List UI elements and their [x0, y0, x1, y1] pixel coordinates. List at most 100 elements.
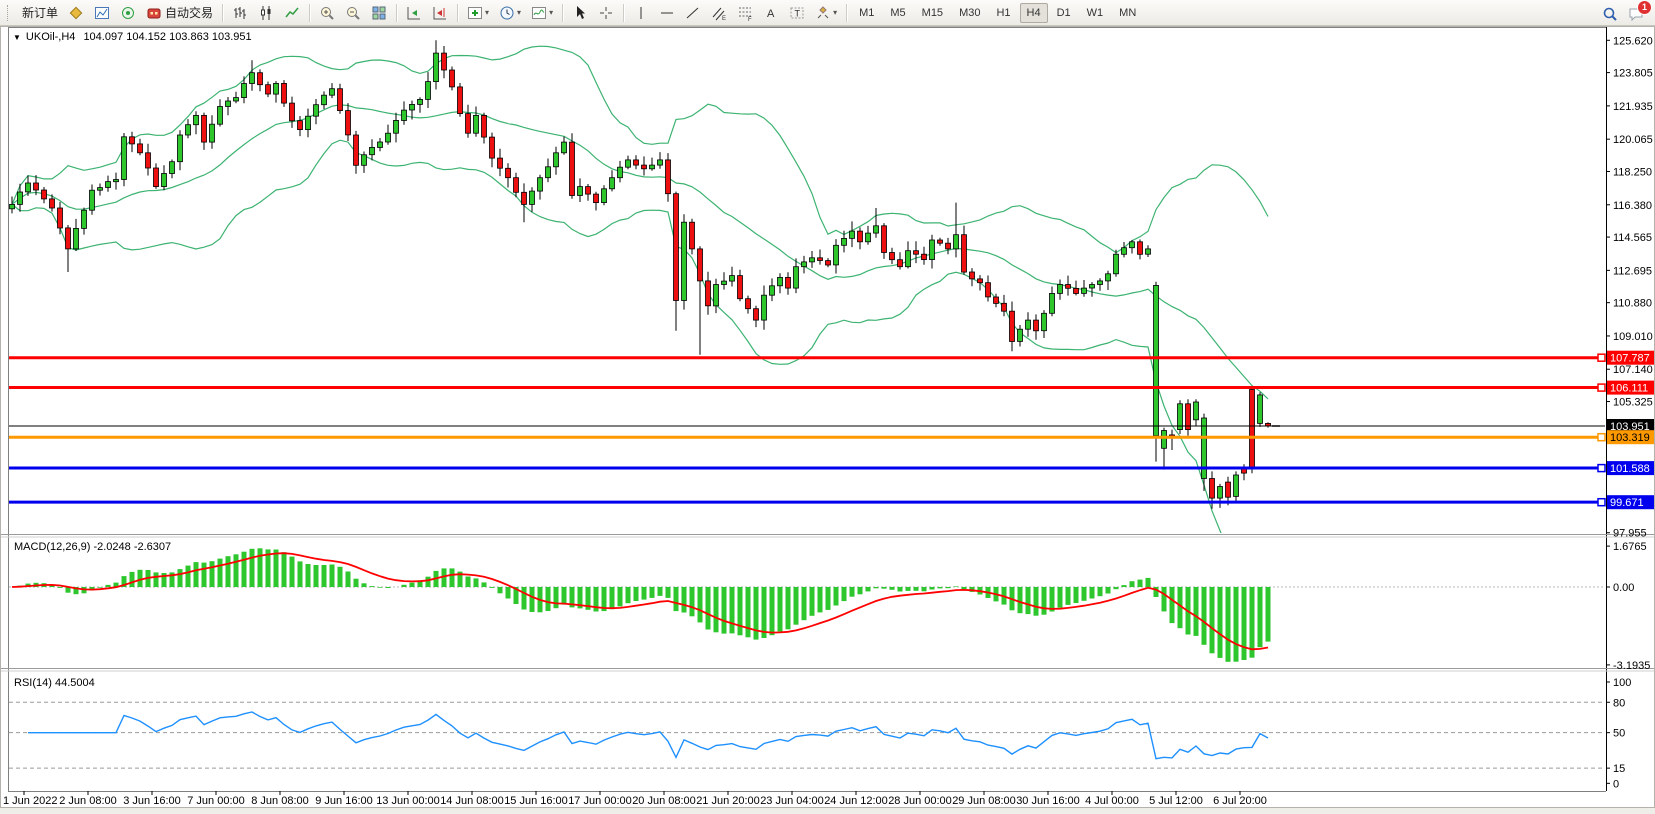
candle	[82, 210, 87, 228]
candle	[770, 286, 775, 295]
candle	[1122, 248, 1127, 255]
search-button[interactable]	[1598, 2, 1622, 26]
timeframe-d1-button[interactable]: D1	[1050, 3, 1078, 23]
candle	[810, 258, 815, 262]
cursor-icon[interactable]	[568, 1, 592, 25]
toolbar-separator	[457, 4, 458, 22]
add-indicator-icon[interactable]: ▾	[463, 1, 493, 25]
candle	[1114, 254, 1119, 274]
candle	[666, 160, 671, 194]
time-axis-label: 14 Jun 08:00	[440, 795, 504, 807]
candle	[298, 121, 303, 130]
candle	[1130, 242, 1135, 248]
candle	[866, 233, 871, 242]
candlestick-icon[interactable]	[254, 1, 278, 25]
candle	[202, 115, 207, 142]
dropdown-arrow-icon[interactable]: ▾	[517, 8, 521, 17]
chart-canvas[interactable]: 125.620123.805121.935120.065118.250116.3…	[0, 0, 1655, 814]
vertical-line-icon[interactable]	[629, 1, 653, 25]
candle	[1250, 390, 1255, 468]
candle	[250, 73, 255, 84]
candle	[842, 238, 847, 245]
dropdown-arrow-icon[interactable]: ▾	[485, 8, 489, 17]
candle	[706, 281, 711, 306]
time-axis-label: 21 Jun 20:00	[696, 795, 760, 807]
candle	[850, 231, 855, 238]
timeframe-m1-button[interactable]: M1	[852, 3, 881, 23]
hline-handle[interactable]	[1598, 465, 1605, 472]
time-axis-label: 28 Jun 00:00	[888, 795, 952, 807]
timeframe-mn-button[interactable]: MN	[1112, 3, 1143, 23]
periods-icon[interactable]: ▾	[495, 1, 525, 25]
ohlc-values: 104.097 104.152 103.863 103.951	[83, 31, 251, 43]
candle	[162, 174, 167, 187]
timeframe-m5-button[interactable]: M5	[883, 3, 912, 23]
hline-handle[interactable]	[1598, 499, 1605, 506]
candle	[994, 297, 999, 303]
candle	[50, 199, 55, 208]
template-icon[interactable]: ▾	[527, 1, 557, 25]
candle	[474, 115, 479, 133]
hline-handle[interactable]	[1598, 434, 1605, 441]
candle	[930, 240, 935, 260]
trendline-icon[interactable]	[681, 1, 705, 25]
symbol-dropdown-icon[interactable]: ▼	[13, 33, 21, 42]
chat-button[interactable]: 1	[1624, 2, 1648, 26]
timeframe-m30-button[interactable]: M30	[952, 3, 987, 23]
chart-window-icon[interactable]	[90, 1, 114, 25]
candle	[338, 89, 343, 111]
price-axis-label: 110.880	[1613, 298, 1652, 310]
candle	[34, 183, 39, 190]
hline-handle[interactable]	[1598, 384, 1605, 391]
line-chart-icon[interactable]	[280, 1, 304, 25]
time-axis-label: 7 Jun 00:00	[187, 795, 245, 807]
candle	[426, 82, 431, 100]
channel-icon[interactable]: E	[707, 1, 731, 25]
macd-label: MACD(12,26,9) -2.0248 -2.6307	[14, 541, 171, 553]
candle	[946, 243, 951, 249]
time-axis-label: 4 Jul 00:00	[1085, 795, 1139, 807]
fibonacci-icon[interactable]: F	[733, 1, 757, 25]
candle	[466, 114, 471, 134]
dropdown-arrow-icon[interactable]: ▾	[549, 8, 553, 17]
candle	[306, 116, 311, 129]
candle	[1218, 487, 1223, 499]
candle	[226, 101, 231, 107]
label-icon[interactable]: T	[785, 1, 809, 25]
chart-shift-icon[interactable]	[428, 1, 452, 25]
signals-icon[interactable]	[116, 1, 140, 25]
timeframe-w1-button[interactable]: W1	[1080, 3, 1111, 23]
new-order-button[interactable]: 新订单	[15, 1, 62, 25]
candle	[18, 192, 23, 204]
auto-scroll-icon[interactable]	[402, 1, 426, 25]
bar-chart-icon[interactable]	[228, 1, 252, 25]
price-axis-label: 114.565	[1613, 232, 1652, 244]
time-axis-label: 15 Jun 16:00	[504, 795, 568, 807]
timeframe-h1-button[interactable]: H1	[989, 3, 1017, 23]
candle	[1090, 285, 1095, 289]
candle	[330, 89, 335, 96]
price-axis-label: 121.935	[1613, 101, 1653, 113]
shapes-icon[interactable]: ▾	[811, 1, 841, 25]
toolbar-separator	[623, 4, 624, 22]
candle	[714, 285, 719, 306]
time-axis-label: 2 Jun 08:00	[59, 795, 117, 807]
timeframe-m15-button[interactable]: M15	[915, 3, 950, 23]
candle	[802, 262, 807, 267]
zoom-in-icon[interactable]	[315, 1, 339, 25]
time-axis-label: 23 Jun 04:00	[760, 795, 824, 807]
crosshair-icon[interactable]	[594, 1, 618, 25]
candle	[594, 194, 599, 203]
zoom-out-icon[interactable]	[341, 1, 365, 25]
toolbar-separator	[309, 4, 310, 22]
horizontal-line-icon[interactable]	[655, 1, 679, 25]
hline-handle[interactable]	[1598, 354, 1605, 361]
dropdown-arrow-icon[interactable]: ▾	[833, 8, 837, 17]
text-icon[interactable]: A	[759, 1, 783, 25]
symbols-icon[interactable]	[64, 1, 88, 25]
candle	[1226, 482, 1231, 497]
autotrade-button[interactable]: 自动交易	[142, 1, 217, 25]
timeframe-h4-button[interactable]: H4	[1020, 3, 1048, 23]
tile-windows-icon[interactable]	[367, 1, 391, 25]
candle	[234, 98, 239, 101]
